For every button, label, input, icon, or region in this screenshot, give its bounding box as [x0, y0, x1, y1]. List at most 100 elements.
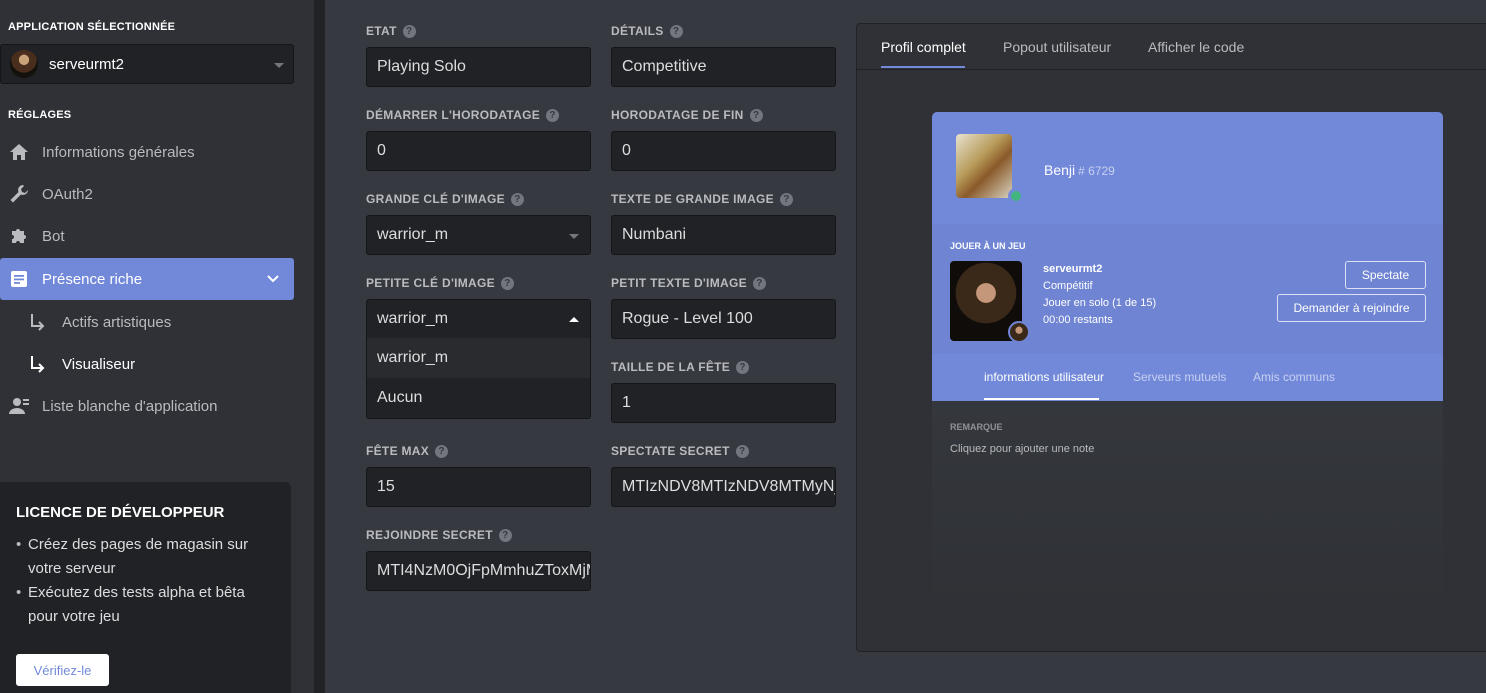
tab-mutual-friends[interactable]: Amis communs: [1253, 370, 1335, 384]
tab-full-profile[interactable]: Profil complet: [881, 39, 966, 55]
activity-label: JOUER À UN JEU: [950, 241, 1026, 251]
sidebar-item-app-whitelist[interactable]: Liste blanche d'application: [0, 385, 294, 427]
document-icon: [7, 267, 31, 291]
small-image-text-input[interactable]: Rogue - Level 100: [611, 299, 836, 339]
subitem-arrow-icon: [26, 310, 50, 334]
help-icon[interactable]: ?: [546, 108, 560, 122]
online-status-icon: [1008, 188, 1024, 204]
help-icon[interactable]: ?: [498, 528, 512, 542]
app-name: serveurmt2: [49, 55, 125, 73]
chevron-down-icon: [274, 63, 284, 68]
help-icon[interactable]: ?: [510, 192, 524, 206]
small-image-key-select[interactable]: warrior_m: [366, 299, 591, 339]
select-value: warrior_m: [377, 310, 449, 327]
spectate-secret-input[interactable]: MTIzNDV8MTIzNDV8MTMyNjU0: [611, 467, 836, 507]
sidebar-item-bot[interactable]: Bot: [0, 215, 294, 257]
field-label-end-timestamp: HORODATAGE DE FIN?: [611, 108, 763, 122]
spectate-button[interactable]: Spectate: [1345, 261, 1426, 289]
sidebar-item-visualizer[interactable]: Visualiseur: [0, 343, 294, 385]
sidebar-item-label: Bot: [42, 227, 65, 245]
field-label-large-image-text: TEXTE DE GRANDE IMAGE?: [611, 192, 793, 206]
help-icon[interactable]: ?: [752, 276, 766, 290]
discriminator: # 6729: [1078, 164, 1115, 178]
tab-show-code[interactable]: Afficher le code: [1148, 39, 1244, 55]
developer-license-card: LICENCE DE DÉVELOPPEUR Créez des pages d…: [0, 482, 291, 693]
tab-user-popout[interactable]: Popout utilisateur: [1003, 39, 1111, 55]
preview-tabs: Profil complet Popout utilisateur Affich…: [857, 24, 1486, 70]
profile-header: Benji # 6729: [932, 112, 1443, 224]
small-image-key-dropdown: warrior_m Aucun: [366, 338, 591, 419]
dev-license-bullet: Exécutez des tests alpha et bêta pour vo…: [16, 581, 275, 629]
join-secret-input[interactable]: MTI4NzM0OjFpMmhuZToxMjM0: [366, 551, 591, 591]
sidebar-item-general-info[interactable]: Informations générales: [0, 131, 294, 173]
field-label-small-image-text: PETIT TEXTE D'IMAGE?: [611, 276, 766, 290]
help-icon[interactable]: ?: [500, 276, 514, 290]
home-icon: [7, 140, 31, 164]
note-label: REMARQUE: [950, 422, 1003, 432]
dev-license-bullets: Créez des pages de magasin sur votre ser…: [16, 533, 275, 629]
activity-details: Compétitif: [1043, 280, 1093, 292]
verify-button[interactable]: Vérifiez-le: [16, 654, 109, 686]
subitem-arrow-icon: [26, 352, 50, 376]
dev-license-bullet: Créez des pages de magasin sur votre ser…: [16, 533, 275, 581]
profile-tabs: informations utilisateur Serveurs mutuel…: [932, 354, 1443, 401]
profile-username: Benji # 6729: [1044, 162, 1115, 178]
activity-text: serveurmt2 Compétitif Jouer en solo (1 d…: [1043, 261, 1156, 329]
game-name: serveurmt2: [1043, 263, 1103, 275]
field-label-small-image-key: PETITE CLÉ D'IMAGE?: [366, 276, 514, 290]
user-avatar: [956, 134, 1012, 198]
chevron-down-icon: [569, 234, 579, 239]
ask-to-join-button[interactable]: Demander à rejoindre: [1277, 294, 1426, 322]
party-max-input[interactable]: 15: [366, 467, 591, 507]
field-label-join-secret: REJOINDRE SECRET?: [366, 528, 512, 542]
field-label-large-image-key: GRANDE CLÉ D'IMAGE?: [366, 192, 524, 206]
chevron-down-icon: [266, 272, 280, 290]
help-icon[interactable]: ?: [736, 360, 750, 374]
field-label-state: ETAT?: [366, 24, 416, 38]
help-icon[interactable]: ?: [735, 444, 749, 458]
settings-section-label: RÉGLAGES: [8, 109, 72, 121]
sidebar-item-oauth2[interactable]: OAuth2: [0, 173, 294, 215]
help-icon[interactable]: ?: [669, 24, 683, 38]
sidebar-item-label: Actifs artistiques: [62, 313, 172, 331]
note-input[interactable]: Cliquez pour ajouter une note: [950, 443, 1094, 455]
user-profile-preview: Benji # 6729 JOUER À UN JEU serveurmt2 Co…: [932, 112, 1443, 607]
select-value: warrior_m: [377, 226, 449, 243]
large-image-text-input[interactable]: Numbani: [611, 215, 836, 255]
field-label-details: DÉTAILS?: [611, 24, 683, 38]
sidebar-item-label: Présence riche: [42, 270, 143, 288]
wrench-icon: [7, 182, 31, 206]
end-timestamp-input[interactable]: 0: [611, 131, 836, 171]
tab-mutual-servers[interactable]: Serveurs mutuels: [1133, 370, 1226, 384]
dev-license-title: LICENCE DE DÉVELOPPEUR: [16, 504, 225, 521]
details-input[interactable]: Competitive: [611, 47, 836, 87]
sidebar: APPLICATION SÉLECTIONNÉE serveurmt2 RÉGL…: [0, 0, 314, 693]
puzzle-icon: [7, 224, 31, 248]
field-label-start-timestamp: DÉMARRER L'HORODATAGE?: [366, 108, 560, 122]
dropdown-option[interactable]: Aucun: [367, 378, 590, 418]
party-size-input[interactable]: 1: [611, 383, 836, 423]
dropdown-option[interactable]: warrior_m: [367, 338, 590, 378]
chevron-up-icon: [569, 317, 579, 322]
tab-user-info[interactable]: informations utilisateur: [984, 370, 1104, 384]
start-timestamp-input[interactable]: 0: [366, 131, 591, 171]
app-selector[interactable]: serveurmt2: [0, 44, 294, 84]
help-icon[interactable]: ?: [402, 24, 416, 38]
help-icon[interactable]: ?: [435, 444, 449, 458]
activity-time: 00:00 restants: [1043, 314, 1113, 326]
app-avatar: [10, 50, 38, 78]
sidebar-item-art-assets[interactable]: Actifs artistiques: [0, 301, 294, 343]
field-label-party-max: FÊTE MAX?: [366, 444, 449, 458]
field-label-spectate-secret: SPECTATE SECRET?: [611, 444, 749, 458]
field-label-party-size: TAILLE DE LA FÊTE?: [611, 360, 750, 374]
app-section-label: APPLICATION SÉLECTIONNÉE: [8, 21, 176, 33]
large-image-key-select[interactable]: warrior_m: [366, 215, 591, 255]
help-icon[interactable]: ?: [749, 108, 763, 122]
activity-section: JOUER À UN JEU serveurmt2 Compétitif Jou…: [932, 224, 1443, 354]
user-list-icon: [7, 394, 31, 418]
sidebar-item-rich-presence[interactable]: Présence riche: [0, 258, 294, 300]
sidebar-item-label: Visualiseur: [62, 355, 136, 373]
help-icon[interactable]: ?: [779, 192, 793, 206]
sidebar-item-label: Liste blanche d'application: [42, 397, 218, 415]
state-input[interactable]: Playing Solo: [366, 47, 591, 87]
